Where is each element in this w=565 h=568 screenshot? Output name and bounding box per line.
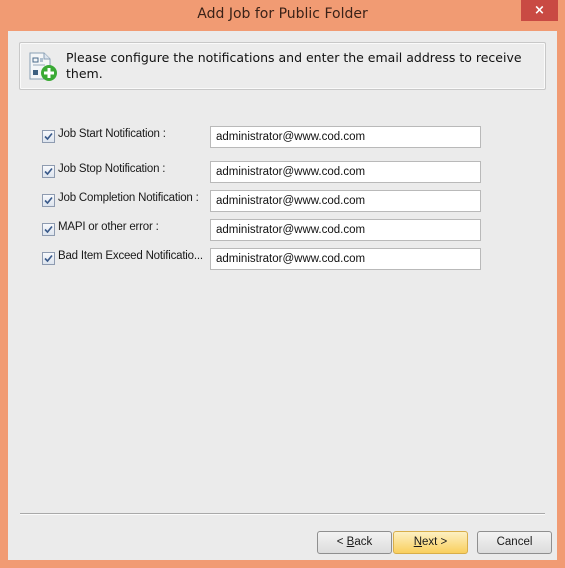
job-completion-label[interactable]: Job Completion Notification :: [58, 192, 199, 204]
info-banner: Please configure the notifications and e…: [19, 42, 546, 90]
job-completion-checkbox[interactable]: [42, 194, 55, 207]
cancel-button[interactable]: Cancel: [477, 531, 552, 554]
window-title: Add Job for Public Folder: [197, 6, 368, 22]
job-completion-email-input[interactable]: [210, 190, 481, 212]
checkmark-icon: [44, 167, 53, 176]
next-button[interactable]: Next >: [393, 531, 468, 554]
close-icon: ×: [534, 3, 545, 18]
checkmark-icon: [44, 132, 53, 141]
bad-item-email-input[interactable]: [210, 248, 481, 270]
bad-item-label[interactable]: Bad Item Exceed Notificatio...: [58, 250, 203, 262]
footer-divider: [20, 513, 545, 515]
job-start-checkbox[interactable]: [42, 130, 55, 143]
dialog-window: Add Job for Public Folder × Please confi…: [0, 0, 565, 568]
banner-message: Please configure the notifications and e…: [66, 50, 522, 81]
checkmark-icon: [44, 225, 53, 234]
bad-item-checkbox[interactable]: [42, 252, 55, 265]
dialog-content: Please configure the notifications and e…: [8, 31, 557, 560]
close-button[interactable]: ×: [521, 0, 558, 21]
job-stop-checkbox[interactable]: [42, 165, 55, 178]
document-add-icon: [29, 52, 57, 81]
checkmark-icon: [44, 254, 53, 263]
back-button[interactable]: < Back: [317, 531, 392, 554]
checkmark-icon: [44, 196, 53, 205]
mapi-error-label[interactable]: MAPI or other error :: [58, 221, 159, 233]
job-start-label[interactable]: Job Start Notification :: [58, 128, 166, 140]
mapi-error-checkbox[interactable]: [42, 223, 55, 236]
job-stop-label[interactable]: Job Stop Notification :: [58, 163, 165, 175]
job-start-email-input[interactable]: [210, 126, 481, 148]
mapi-error-email-input[interactable]: [210, 219, 481, 241]
job-stop-email-input[interactable]: [210, 161, 481, 183]
title-bar[interactable]: Add Job for Public Folder ×: [0, 0, 565, 30]
